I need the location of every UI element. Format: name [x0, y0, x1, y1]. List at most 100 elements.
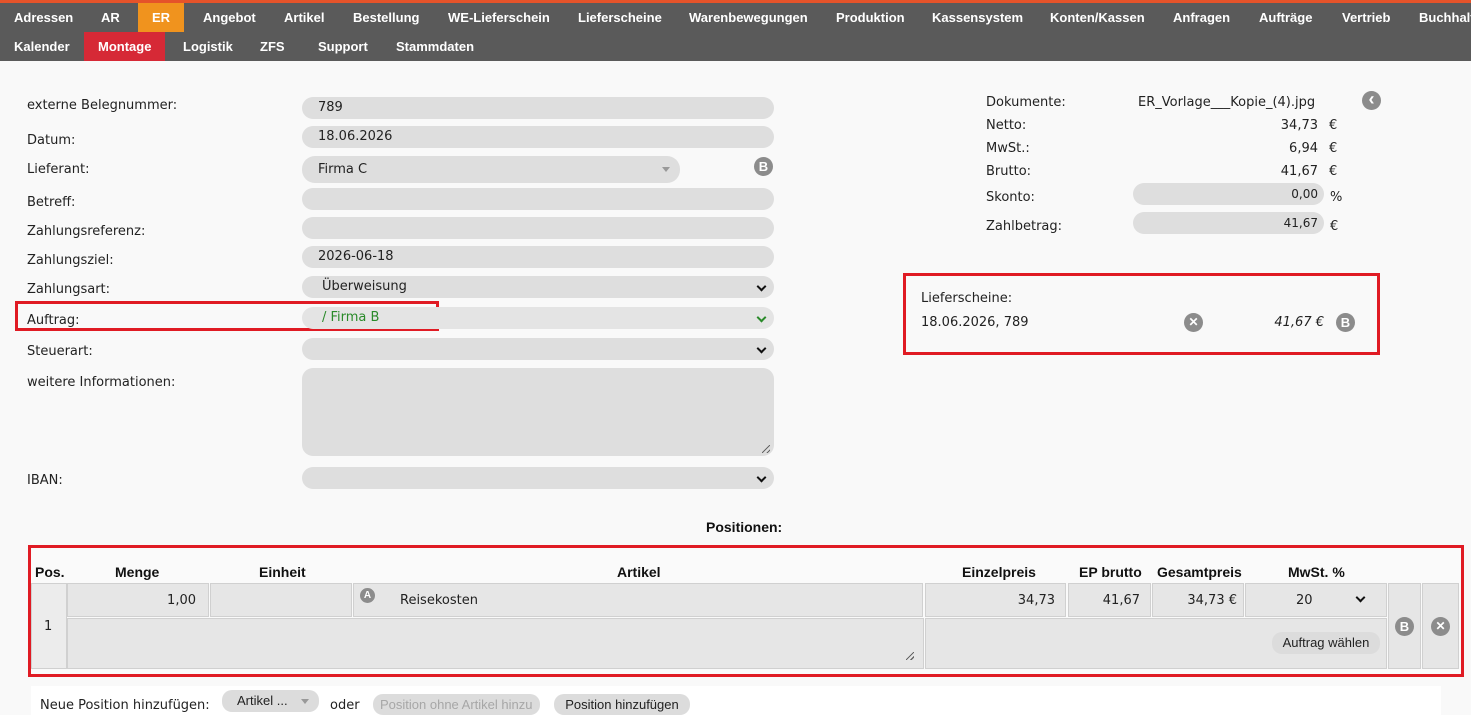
nav-lieferscheine[interactable]: Lieferscheine	[564, 3, 676, 32]
nav-zfs[interactable]: ZFS	[246, 32, 299, 61]
nav-warenbewegungen[interactable]: Warenbewegungen	[675, 3, 822, 32]
auftrag-waehlen-button[interactable]: Auftrag wählen	[1272, 632, 1380, 654]
resize-grip-icon[interactable]	[762, 445, 770, 453]
mwst-value: 6,94	[1289, 141, 1318, 156]
betreff-input[interactable]	[302, 188, 774, 210]
col-einheit: Einheit	[259, 564, 306, 580]
row-b-cell: B	[1388, 583, 1421, 669]
iban-select[interactable]	[302, 467, 774, 489]
einzelpreis-input[interactable]: 34,73	[925, 583, 1066, 617]
oder-label: oder	[330, 698, 360, 713]
chevron-down-icon	[756, 281, 767, 292]
nav-angebot[interactable]: Angebot	[189, 3, 270, 32]
einheit-input[interactable]	[210, 583, 352, 617]
col-ep-brutto: EP brutto	[1079, 564, 1142, 580]
zahlungsreferenz-label: Zahlungsreferenz:	[27, 224, 146, 239]
mwst-select[interactable]: 20	[1245, 583, 1387, 617]
nav-adressen[interactable]: Adressen	[0, 3, 87, 32]
remove-lieferschein-icon[interactable]: ✕	[1184, 313, 1203, 332]
zahlungsreferenz-input[interactable]	[302, 217, 774, 239]
nav-kalender[interactable]: Kalender	[0, 32, 84, 61]
dropdown-caret-icon	[662, 167, 670, 172]
nav-we-lieferschein[interactable]: WE-Lieferschein	[434, 3, 564, 32]
weitere-info-textarea[interactable]	[302, 368, 774, 456]
col-pos: Pos.	[35, 564, 65, 580]
netto-label: Netto:	[986, 118, 1027, 133]
resize-grip-icon[interactable]	[906, 652, 914, 660]
mwst-value: 20	[1296, 593, 1313, 608]
nav-logistik[interactable]: Logistik	[169, 32, 247, 61]
zahlbetrag-input[interactable]: 41,67	[1133, 212, 1324, 234]
nav-artikel[interactable]: Artikel	[270, 3, 338, 32]
position-ohne-artikel-input[interactable]: Position ohne Artikel hinzu	[373, 694, 540, 715]
menge-input[interactable]: 1,00	[67, 583, 209, 617]
row-pos: 1	[44, 619, 53, 634]
lieferschein-entry[interactable]: 18.06.2026, 789	[921, 315, 1029, 330]
brutto-label: Brutto:	[986, 164, 1032, 179]
position-hinzufuegen-button[interactable]: Position hinzufügen	[554, 694, 690, 715]
skonto-input[interactable]: 0,00	[1133, 183, 1324, 205]
lieferscheine-highlight-box	[903, 273, 1380, 355]
chevron-down-icon	[756, 472, 767, 483]
chevron-down-icon	[1355, 592, 1366, 603]
lieferscheine-label: Lieferscheine:	[921, 291, 1013, 306]
auftrag-value: / Firma B	[322, 310, 380, 325]
ext-beleg-input[interactable]: 789	[302, 97, 774, 119]
delete-row-icon[interactable]: ✕	[1431, 617, 1450, 636]
nav-vertrieb[interactable]: Vertrieb	[1328, 3, 1404, 32]
nav-konten-kassen[interactable]: Konten/Kassen	[1036, 3, 1159, 32]
zahlungsart-label: Zahlungsart:	[27, 282, 111, 297]
row-b-icon[interactable]: B	[1395, 617, 1414, 636]
lieferschein-b-icon[interactable]: B	[1336, 313, 1355, 332]
datum-label: Datum:	[27, 133, 76, 148]
ep-brutto-input[interactable]: 41,67	[1068, 583, 1151, 617]
chevron-down-icon	[756, 343, 767, 354]
betreff-label: Betreff:	[27, 195, 76, 210]
skonto-label: Skonto:	[986, 190, 1035, 205]
nav-ar[interactable]: AR	[87, 3, 134, 32]
artikel-a-icon[interactable]: A	[360, 588, 375, 603]
ext-beleg-label: externe Belegnummer:	[27, 98, 178, 113]
dropdown-caret-icon	[301, 699, 309, 704]
neue-position-label: Neue Position hinzufügen:	[40, 698, 210, 713]
auftrag-cell: Auftrag wählen	[925, 618, 1387, 669]
auftrag-label: Auftrag:	[27, 313, 80, 328]
zahlbetrag-label: Zahlbetrag:	[986, 219, 1063, 234]
dokumente-label: Dokumente:	[986, 95, 1066, 110]
skonto-unit: %	[1330, 190, 1343, 205]
position-text-area[interactable]	[67, 618, 924, 669]
dokument-link[interactable]: ER_Vorlage___Kopie_(4).jpg	[1138, 95, 1315, 110]
back-arrow-icon[interactable]: ‹	[1362, 90, 1381, 110]
nav-kassensystem[interactable]: Kassensystem	[918, 3, 1037, 32]
zahlungsart-select[interactable]: Überweisung	[302, 276, 774, 298]
lieferant-label: Lieferant:	[27, 162, 90, 177]
auftrag-select[interactable]: / Firma B	[302, 307, 774, 329]
zahlungsziel-input[interactable]: 2026-06-18	[302, 246, 774, 268]
nav-buchhaltung[interactable]: Buchhalt	[1405, 3, 1471, 32]
datum-input[interactable]: 18.06.2026	[302, 126, 774, 148]
artikel-input[interactable]: A Reisekosten	[353, 583, 923, 617]
steuerart-select[interactable]	[302, 338, 774, 360]
nav-montage[interactable]: Montage	[84, 32, 166, 61]
mwst-currency: €	[1329, 141, 1338, 156]
main-nav-row-2: Kalender Montage Logistik ZFS Support St…	[0, 32, 1471, 61]
lieferant-select[interactable]: Firma C	[302, 156, 680, 183]
row-delete-cell: ✕	[1422, 583, 1459, 669]
lieferant-value: Firma C	[318, 162, 368, 177]
nav-support[interactable]: Support	[304, 32, 382, 61]
col-mwst: MwSt. %	[1288, 564, 1345, 580]
nav-bestellung[interactable]: Bestellung	[339, 3, 433, 32]
artikel-value: Reisekosten	[400, 593, 478, 608]
steuerart-label: Steuerart:	[27, 344, 93, 359]
zahlbetrag-currency: €	[1330, 219, 1339, 234]
nav-auftraege[interactable]: Aufträge	[1245, 3, 1326, 32]
nav-stammdaten[interactable]: Stammdaten	[382, 32, 488, 61]
gesamtpreis-value: 34,73 €	[1152, 583, 1244, 617]
mwst-label: MwSt.:	[986, 141, 1030, 156]
artikel-select[interactable]: Artikel ...	[222, 690, 319, 712]
lieferant-b-icon[interactable]: B	[754, 157, 773, 176]
brutto-currency: €	[1329, 164, 1338, 179]
nav-er[interactable]: ER	[138, 3, 185, 32]
nav-anfragen[interactable]: Anfragen	[1159, 3, 1244, 32]
nav-produktion[interactable]: Produktion	[822, 3, 919, 32]
